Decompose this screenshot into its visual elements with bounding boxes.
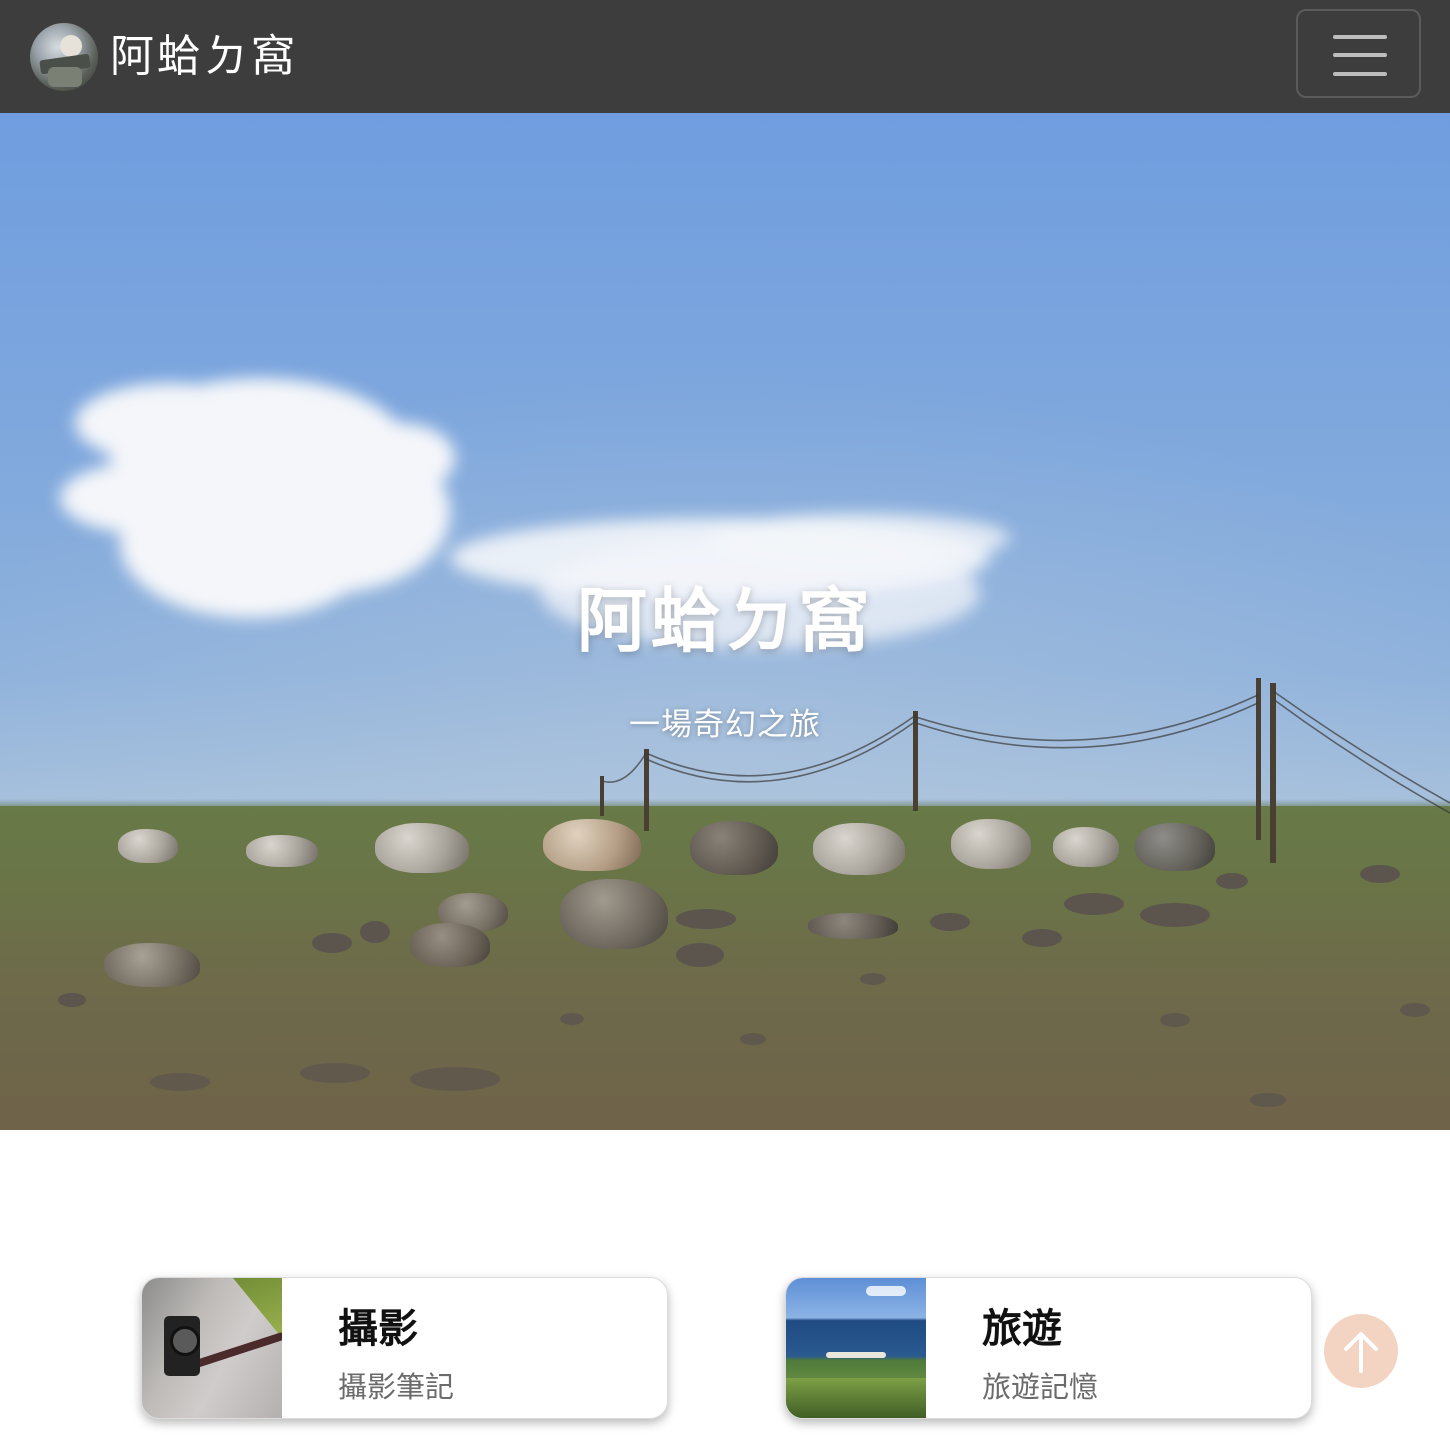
card-subtitle: 攝影筆記 (338, 1370, 455, 1404)
arrow-up-icon (1344, 1332, 1378, 1373)
brand-title: 阿蛤ㄉ窩 (110, 31, 298, 82)
category-card-photography[interactable]: 攝影 攝影筆記 (141, 1277, 668, 1419)
avatar (30, 23, 98, 91)
hero-subtitle: 一場奇幻之旅 (629, 707, 821, 743)
back-to-top-button[interactable] (1324, 1314, 1398, 1388)
menu-toggle-button[interactable] (1296, 9, 1421, 98)
card-title: 攝影 (338, 1306, 418, 1352)
card-subtitle: 旅遊記憶 (982, 1370, 1099, 1404)
hero-title: 阿蛤ㄉ窩 (577, 579, 873, 662)
brand-link[interactable]: 阿蛤ㄉ窩 (30, 22, 298, 92)
card-title: 旅遊 (982, 1306, 1062, 1352)
hero-banner: 阿蛤ㄉ窩 一場奇幻之旅 (0, 113, 1450, 1130)
category-card-travel[interactable]: 旅遊 旅遊記憶 (785, 1277, 1312, 1419)
top-navbar: 阿蛤ㄉ窩 (0, 0, 1450, 113)
coastline-photo-thumbnail (786, 1278, 926, 1418)
camera-photo-thumbnail (142, 1278, 282, 1418)
hamburger-menu-icon (1333, 35, 1387, 39)
